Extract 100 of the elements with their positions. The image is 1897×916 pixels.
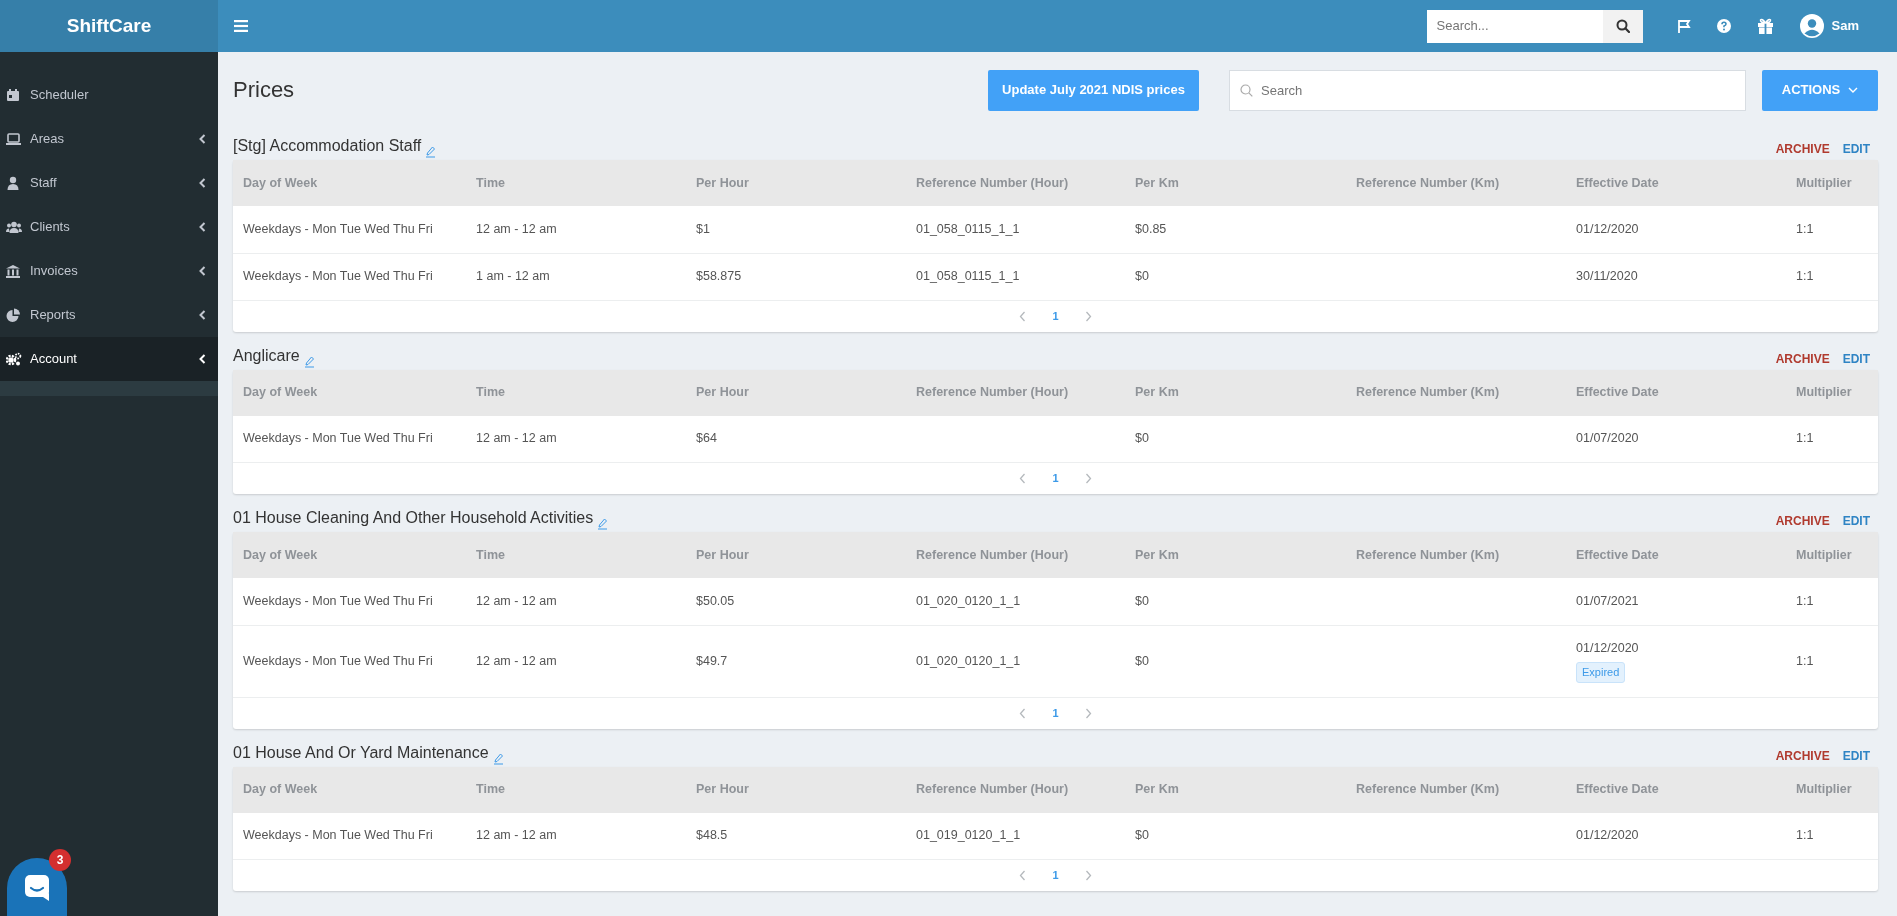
column-header: Reference Number (Km) <box>1346 160 1566 206</box>
edit-link[interactable]: EDIT <box>1842 140 1870 158</box>
page-number-link[interactable]: 1 <box>1052 704 1059 722</box>
page-number-link[interactable]: 1 <box>1052 470 1059 487</box>
table-cell: $0 <box>1125 812 1346 860</box>
edit-link[interactable]: EDIT <box>1842 746 1870 765</box>
table-cell: Weekdays - Mon Tue Wed Thu Fri <box>233 415 466 463</box>
table-cell: 1 am - 12 am <box>466 253 686 300</box>
chevron-right-icon[interactable] <box>1084 473 1092 484</box>
edit-link[interactable]: EDIT <box>1842 512 1870 530</box>
edit-link[interactable]: EDIT <box>1842 349 1870 368</box>
sidebar-item[interactable]: Clients <box>0 205 218 249</box>
column-header: Multiplier <box>1786 369 1878 416</box>
search-icon <box>1615 19 1630 33</box>
page-number-link[interactable]: 1 <box>1052 307 1059 325</box>
search-field[interactable]: Search... <box>1426 9 1603 43</box>
table-cell: 1:1 <box>1786 625 1878 697</box>
chevron-left-icon[interactable] <box>1019 870 1027 881</box>
pencil-icon[interactable] <box>303 355 315 368</box>
table-cell: $50.05 <box>686 578 906 625</box>
table-cell: $0 <box>1125 415 1346 463</box>
gift-icon[interactable] <box>1756 18 1774 34</box>
caret-icon <box>1848 87 1859 93</box>
table-cell: $64 <box>686 415 906 463</box>
table-cell: $0 <box>1125 253 1346 300</box>
menu-icon[interactable] <box>234 20 248 32</box>
sidebar-item[interactable]: Reports <box>0 293 218 337</box>
table-cell: 12 am - 12 am <box>466 415 686 463</box>
chevron-left-icon[interactable] <box>1019 707 1027 719</box>
notification-count: 3 <box>49 849 71 871</box>
gears-icon <box>6 351 22 367</box>
search-button[interactable] <box>1602 9 1643 43</box>
chevron-left-icon <box>199 354 206 364</box>
pencil-icon[interactable] <box>492 752 504 765</box>
chevron-right-icon[interactable] <box>1084 310 1092 322</box>
flag-icon[interactable] <box>1676 18 1691 34</box>
update-prices-button[interactable]: Update July 2021 NDIS prices <box>988 69 1199 111</box>
search-icon <box>1240 83 1253 97</box>
column-header: Time <box>466 160 686 206</box>
calendar-icon <box>6 87 22 103</box>
table-cell: Weekdays - Mon Tue Wed Thu Fri <box>233 578 466 625</box>
column-header: Reference Number (Km) <box>1346 369 1566 416</box>
archive-link[interactable]: ARCHIVE <box>1775 140 1830 158</box>
table-cell: $0 <box>1125 625 1346 697</box>
chevron-right-icon[interactable] <box>1084 870 1092 881</box>
column-header: Per Km <box>1125 766 1346 813</box>
column-header: Reference Number (Hour) <box>906 532 1125 578</box>
page-title: Prices <box>233 76 295 104</box>
table-cell: 01/12/2020 <box>1566 812 1786 860</box>
page-number-link[interactable]: 1 <box>1052 867 1059 884</box>
archive-link[interactable]: ARCHIVE <box>1775 512 1830 530</box>
sidebar-item[interactable]: Invoices <box>0 249 218 293</box>
search-field[interactable]: Search <box>1229 69 1746 111</box>
chevron-left-icon[interactable] <box>1019 473 1027 484</box>
table-cell: $58.875 <box>686 253 906 300</box>
actions-dropdown-button[interactable]: ACTIONS <box>1762 69 1878 111</box>
table-cell: 30/11/2020 <box>1566 253 1786 300</box>
chevron-right-icon[interactable] <box>1084 707 1092 719</box>
pencil-icon[interactable] <box>425 146 437 158</box>
table-cell: 01_058_0115_1_1 <box>906 253 1125 300</box>
chevron-left-icon[interactable] <box>1019 310 1027 322</box>
table-cell: $48.5 <box>686 812 906 860</box>
section-title: 01 House And Or Yard Maintenance <box>233 742 489 763</box>
archive-link[interactable]: ARCHIVE <box>1775 349 1830 368</box>
table-cell: 01_019_0120_1_1 <box>906 812 1125 860</box>
column-header: Day of Week <box>233 160 466 206</box>
table-cell: Weekdays - Mon Tue Wed Thu Fri <box>233 253 466 300</box>
archive-link[interactable]: ARCHIVE <box>1775 746 1830 765</box>
help-icon[interactable] <box>1716 19 1731 33</box>
avatar-icon[interactable] <box>1799 14 1824 38</box>
column-header: Effective Date <box>1566 369 1786 416</box>
brand-logo[interactable]: ShiftCare <box>0 0 218 52</box>
sidebar-item[interactable]: Scheduler <box>0 73 218 117</box>
pencil-icon[interactable] <box>597 518 609 530</box>
column-header: Multiplier <box>1786 766 1878 813</box>
user-name[interactable]: Sam <box>1831 16 1859 36</box>
chevron-left-icon <box>199 134 206 144</box>
bank-icon <box>6 263 22 279</box>
column-header: Per Hour <box>686 160 906 206</box>
table-cell: 1:1 <box>1786 812 1878 860</box>
column-header: Reference Number (Hour) <box>906 160 1125 206</box>
sidebar-item[interactable]: Areas <box>0 117 218 161</box>
table-cell: 1:1 <box>1786 253 1878 300</box>
section-title: [Stg] Accommodation Staff <box>233 136 422 156</box>
users-icon <box>6 219 22 235</box>
table-cell: Weekdays - Mon Tue Wed Thu Fri <box>233 812 466 860</box>
column-header: Per Km <box>1125 532 1346 578</box>
chat-icon <box>23 873 51 901</box>
laptop-icon <box>6 131 22 147</box>
column-header: Effective Date <box>1566 766 1786 813</box>
sidebar-item[interactable]: Account <box>0 337 218 381</box>
table-cell: 12 am - 12 am <box>466 812 686 860</box>
table-cell: 12 am - 12 am <box>466 625 686 697</box>
column-header: Time <box>466 766 686 813</box>
section-title: Anglicare <box>233 345 300 366</box>
table-cell: $0.85 <box>1125 206 1346 253</box>
column-header: Time <box>466 369 686 416</box>
column-header: Reference Number (Hour) <box>906 369 1125 416</box>
sidebar-item[interactable]: Staff <box>0 161 218 205</box>
chevron-left-icon <box>199 178 206 188</box>
